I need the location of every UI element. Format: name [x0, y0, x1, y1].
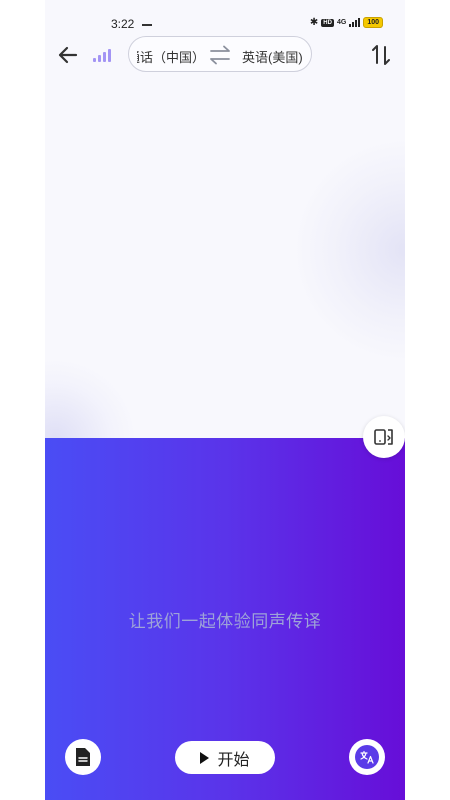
play-icon	[200, 751, 210, 764]
translate-button[interactable]	[349, 739, 385, 775]
bluetooth-icon: ✱	[309, 17, 319, 28]
arrow-left-icon	[58, 46, 78, 64]
header: 普通话（中国） 英语(美国)	[45, 36, 405, 74]
source-language[interactable]: 普通话（中国）	[137, 47, 205, 66]
back-button[interactable]	[55, 42, 81, 68]
decorative-blob	[45, 360, 135, 438]
notification-icon	[142, 24, 152, 26]
screen: 3:22 ✱ HD 4G 100 普通话（中国） 英语(美	[45, 0, 405, 800]
signal-bars-icon	[93, 48, 111, 62]
cell-signal-icon	[349, 18, 361, 27]
sort-arrows-icon	[372, 45, 390, 65]
battery-icon: 100	[363, 17, 383, 28]
swap-arrows-icon[interactable]	[209, 45, 231, 65]
hint-text: 让我们一起体验同声传译	[128, 612, 322, 631]
split-screen-icon	[374, 429, 393, 445]
translate-icon	[355, 745, 379, 769]
start-button[interactable]: 开始	[175, 741, 275, 774]
hd-badge: HD	[321, 18, 334, 27]
status-icons: ✱ HD 4G 100	[310, 17, 383, 28]
decorative-blob	[295, 140, 405, 360]
sort-button[interactable]	[369, 42, 393, 68]
language-selector[interactable]: 普通话（中国） 英语(美国)	[128, 36, 312, 72]
document-icon	[76, 748, 90, 766]
transcript-button[interactable]	[65, 739, 101, 775]
status-bar: 3:22 ✱ HD 4G 100	[45, 14, 405, 36]
network-type: 4G	[336, 19, 347, 26]
flip-screen-button[interactable]	[363, 416, 405, 458]
status-time: 3:22	[111, 17, 135, 31]
start-button-label: 开始	[217, 751, 250, 769]
target-language[interactable]: 英语(美国)	[242, 47, 303, 66]
